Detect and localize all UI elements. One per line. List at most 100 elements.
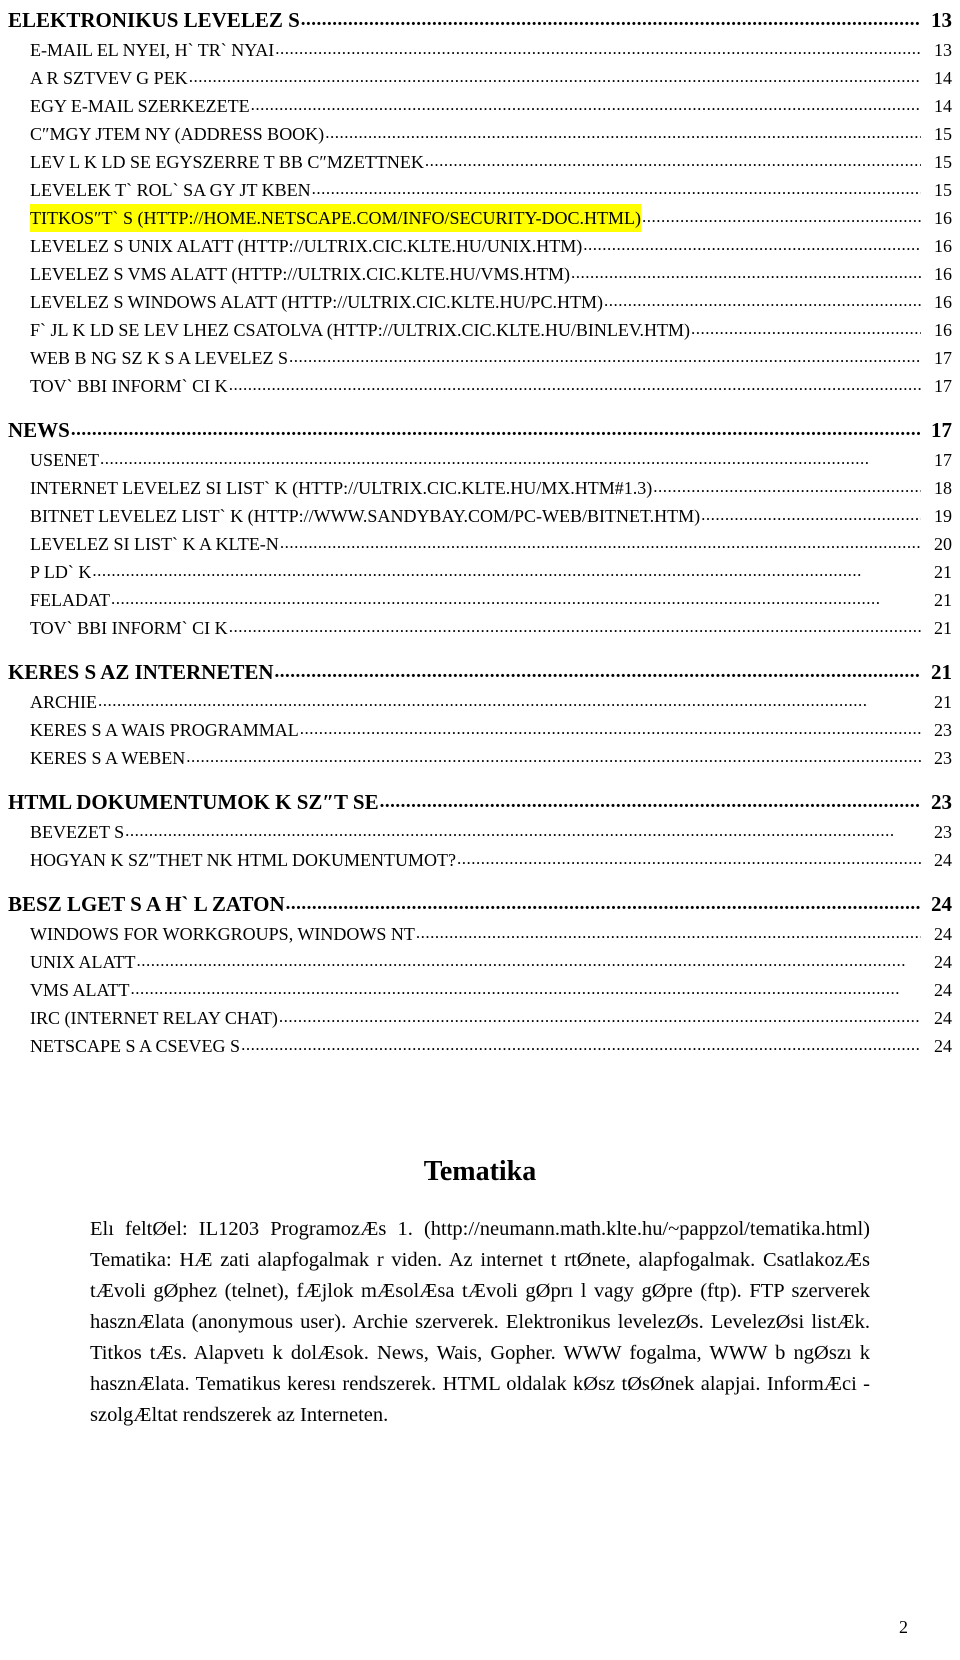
toc-entry-page-number: 23 [934, 822, 952, 842]
toc-entry-level2[interactable]: ARCHIE..................................… [0, 688, 960, 716]
toc-entry-level2[interactable]: BEVEZET S...............................… [0, 818, 960, 846]
toc-entry-page-number: 15 [934, 152, 952, 172]
toc-entry-level2[interactable]: VMS ALATT...............................… [0, 976, 960, 1004]
toc-dot-leader: ........................................… [691, 319, 921, 338]
tematika-paragraph: Elı feltØel: IL1203 ProgramozÆs 1. (http… [90, 1218, 870, 1426]
toc-entry-page-number: 24 [934, 980, 952, 1000]
toc-entry-label: F` JL K LD SE LEV LHEZ CSATOLVA (HTTP://… [30, 320, 691, 340]
toc-entry-level2[interactable]: USENET..................................… [0, 446, 960, 474]
toc-entry-level2[interactable]: IRC (INTERNET RELAY CHAT)...............… [0, 1004, 960, 1032]
toc-entry-page-number: 16 [934, 292, 952, 312]
toc-dot-leader: ........................................… [278, 1007, 921, 1026]
toc-entry-level2[interactable]: NETSCAPE S A CSEVEG S...................… [0, 1032, 960, 1060]
toc-entry-page-number: 17 [934, 376, 952, 396]
table-of-contents: ELEKTRONIKUS LEVELEZ S..................… [0, 0, 960, 1060]
toc-entry-label: HTML DOKUMENTUMOK K SZ″T SE [8, 790, 379, 814]
toc-dot-leader: ........................................… [250, 95, 921, 114]
toc-entry-level2[interactable]: WEB B NG SZ K S A LEVELEZ S.............… [0, 344, 960, 372]
toc-entry-level2[interactable]: UNIX ALATT..............................… [0, 948, 960, 976]
toc-entry-level2[interactable]: TOV` BBI INFORM` CI K...................… [0, 614, 960, 642]
toc-entry-level2[interactable]: LEVELEK T` ROL` SA GY JT KBEN...........… [0, 176, 960, 204]
toc-entry-page-number: 23 [934, 720, 952, 740]
toc-dot-leader: ........................................… [299, 719, 921, 738]
toc-entry-label: WEB B NG SZ K S A LEVELEZ S [30, 348, 289, 368]
toc-entry-page-number: 24 [934, 952, 952, 972]
toc-dot-leader: ........................................… [279, 533, 921, 552]
toc-entry-label: TOV` BBI INFORM` CI K [30, 618, 228, 638]
toc-entry-label: NETSCAPE S A CSEVEG S [30, 1036, 241, 1056]
toc-dot-leader: ........................................… [300, 9, 921, 30]
toc-entry-page-number: 14 [934, 96, 952, 116]
toc-dot-leader: ........................................… [583, 235, 921, 254]
toc-entry-page-number: 16 [934, 264, 952, 284]
toc-entry-label: LEVELEK T` ROL` SA GY JT KBEN [30, 180, 311, 200]
toc-entry-level2[interactable]: EGY E-MAIL SZERKEZETE...................… [0, 92, 960, 120]
toc-entry-level2[interactable]: P LD` K.................................… [0, 558, 960, 586]
toc-entry-level2[interactable]: LEVELEZ SI LIST` K A KLTE-N.............… [0, 530, 960, 558]
toc-dot-leader: ........................................… [111, 589, 881, 608]
toc-dot-leader: ........................................… [274, 661, 921, 682]
toc-dot-leader: ........................................… [604, 291, 921, 310]
toc-entry-label: INTERNET LEVELEZ SI LIST` K (HTTP://ULTR… [30, 478, 653, 498]
toc-entry-label: LEVELEZ S WINDOWS ALATT (HTTP://ULTRIX.C… [30, 292, 603, 312]
toc-entry-level2[interactable]: HOGYAN K SZ″THET NK HTML DOKUMENTUMOT?..… [0, 846, 960, 874]
toc-entry-level1[interactable]: ELEKTRONIKUS LEVELEZ S..................… [0, 4, 960, 36]
toc-entry-level1[interactable]: KERES S AZ INTERNETEN...................… [0, 656, 960, 688]
toc-dot-leader: ........................................… [325, 123, 921, 142]
toc-dot-leader: ........................................… [92, 561, 862, 580]
toc-entry-level2[interactable]: BITNET LEVELEZ LIST` K (HTTP://WWW.SANDY… [0, 502, 960, 530]
toc-entry-page-number: 21 [934, 692, 952, 712]
toc-entry-page-number: 13 [931, 8, 952, 32]
toc-entry-level2[interactable]: E-MAIL EL NYEI, H` TR` NYAI.............… [0, 36, 960, 64]
toc-dot-leader: ........................................… [228, 617, 921, 636]
tematika-section: Tematika Elı feltØel: IL1203 ProgramozÆs… [0, 1156, 960, 1431]
toc-entry-label: TITKOS″T` S (HTTP://HOME.NETSCAPE.COM/IN… [30, 204, 642, 232]
toc-entry-page-number: 24 [931, 892, 952, 916]
toc-entry-level1[interactable]: BESZ LGET S A H` L ZATON................… [0, 888, 960, 920]
toc-entry-level2[interactable]: C″MGY JTEM NY (ADDRESS BOOK)............… [0, 120, 960, 148]
toc-entry-page-number: 24 [934, 924, 952, 944]
toc-entry-page-number: 23 [931, 790, 952, 814]
toc-dot-leader: ........................................… [241, 1035, 921, 1054]
toc-entry-level1[interactable]: HTML DOKUMENTUMOK K SZ″T SE.............… [0, 786, 960, 818]
toc-entry-label: EGY E-MAIL SZERKEZETE [30, 96, 250, 116]
toc-entry-label: UNIX ALATT [30, 952, 136, 972]
toc-entry-level2[interactable]: LEVELEZ S UNIX ALATT (HTTP://ULTRIX.CIC.… [0, 232, 960, 260]
toc-entry-level2[interactable]: FELADAT.................................… [0, 586, 960, 614]
toc-entry-level2[interactable]: LEV L K LD SE EGYSZERRE T BB C″MZETTNEK.… [0, 148, 960, 176]
toc-entry-page-number: 23 [934, 748, 952, 768]
toc-dot-leader: ........................................… [285, 893, 921, 914]
toc-entry-level2[interactable]: INTERNET LEVELEZ SI LIST` K (HTTP://ULTR… [0, 474, 960, 502]
toc-dot-leader: ........................................… [100, 449, 870, 468]
toc-dot-leader: ........................................… [424, 151, 921, 170]
toc-entry-page-number: 21 [934, 618, 952, 638]
toc-entry-level2[interactable]: TITKOS″T` S (HTTP://HOME.NETSCAPE.COM/IN… [0, 204, 960, 232]
toc-dot-leader: ........................................… [228, 375, 921, 394]
toc-dot-leader: ........................................… [188, 67, 921, 86]
toc-entry-level2[interactable]: LEVELEZ S VMS ALATT (HTTP://ULTRIX.CIC.K… [0, 260, 960, 288]
toc-entry-level2[interactable]: TOV` BBI INFORM` CI K...................… [0, 372, 960, 400]
toc-entry-label: LEVELEZ S UNIX ALATT (HTTP://ULTRIX.CIC.… [30, 236, 583, 256]
toc-dot-leader: ........................................… [701, 505, 921, 524]
toc-entry-level2[interactable]: WINDOWS FOR WORKGROUPS, WINDOWS NT......… [0, 920, 960, 948]
toc-entry-level2[interactable]: KERES S A WEBEN.........................… [0, 744, 960, 772]
toc-entry-page-number: 24 [934, 1036, 952, 1056]
toc-entry-page-number: 16 [934, 236, 952, 256]
toc-dot-leader: ........................................… [275, 39, 921, 58]
toc-dot-leader: ........................................… [311, 179, 921, 198]
toc-entry-page-number: 16 [934, 208, 952, 228]
toc-entry-label: LEV L K LD SE EGYSZERRE T BB C″MZETTNEK [30, 152, 424, 172]
toc-entry-level2[interactable]: KERES S A WAIS PROGRAMMAL...............… [0, 716, 960, 744]
toc-entry-level2[interactable]: A R SZTVEV G PEK........................… [0, 64, 960, 92]
page-number: 2 [899, 1617, 908, 1637]
toc-entry-label: NEWS [8, 418, 70, 442]
toc-entry-level2[interactable]: F` JL K LD SE LEV LHEZ CSATOLVA (HTTP://… [0, 316, 960, 344]
toc-dot-leader: ........................................… [136, 951, 906, 970]
toc-entry-label: VMS ALATT [30, 980, 130, 1000]
toc-entry-page-number: 21 [931, 660, 952, 684]
toc-entry-level2[interactable]: LEVELEZ S WINDOWS ALATT (HTTP://ULTRIX.C… [0, 288, 960, 316]
toc-entry-label: TOV` BBI INFORM` CI K [30, 376, 228, 396]
toc-entry-level1[interactable]: NEWS....................................… [0, 414, 960, 446]
toc-dot-leader: ........................................… [415, 923, 921, 942]
toc-entry-page-number: 18 [934, 478, 952, 498]
